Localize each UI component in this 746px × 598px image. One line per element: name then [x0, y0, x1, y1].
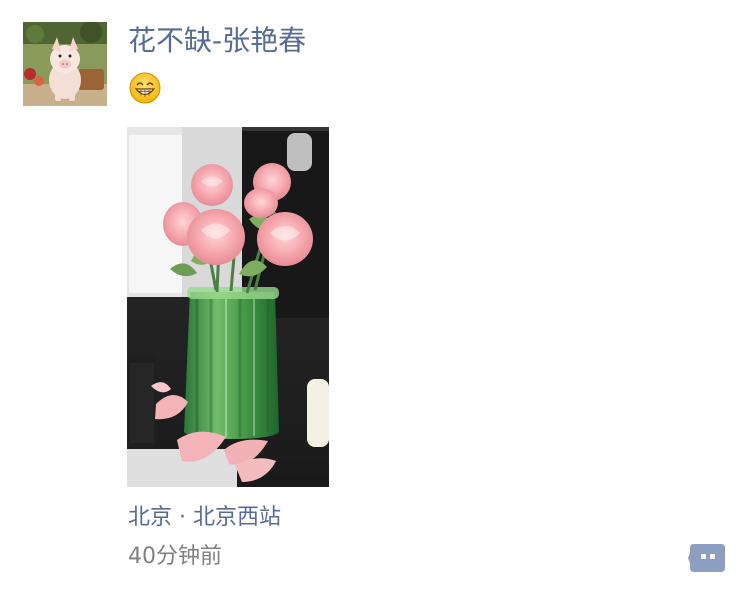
post-timestamp: 40分钟前	[128, 544, 222, 569]
moments-post: 花不缺-张艳春 北京 · 北京西站 40分钟前	[0, 0, 746, 598]
post-location[interactable]: 北京 · 北京西站	[128, 503, 281, 533]
post-image[interactable]	[127, 127, 329, 487]
pig-photo	[23, 22, 107, 106]
grinning-face-emoji-icon	[129, 72, 161, 104]
comment-dots-icon	[688, 544, 725, 572]
author-name[interactable]: 花不缺-张艳春	[128, 22, 306, 60]
roses-photo	[127, 127, 329, 487]
author-avatar[interactable]	[23, 22, 107, 106]
comment-button[interactable]	[688, 543, 726, 573]
